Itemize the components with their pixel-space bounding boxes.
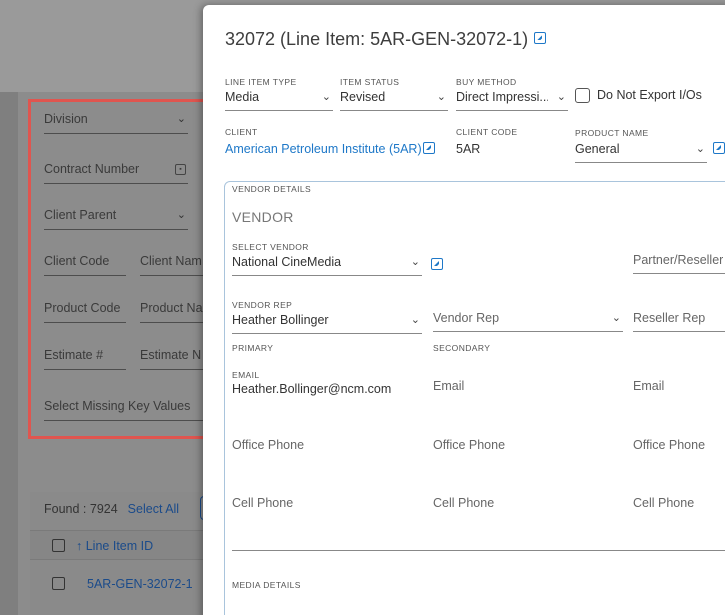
- chevron-down-icon: ⌄: [410, 256, 420, 268]
- line-item-id-link[interactable]: 5AR-GEN-32072-1: [87, 577, 193, 591]
- secondary-email-field[interactable]: Email: [433, 379, 464, 393]
- buy-method-label: BUY METHOD: [456, 77, 517, 87]
- buy-method-select[interactable]: Direct Impressi... ⌄: [456, 89, 568, 111]
- select-vendor-select[interactable]: National CineMedia ⌄: [232, 254, 422, 276]
- vendor-heading: VENDOR: [232, 209, 294, 225]
- client-label: CLIENT: [225, 127, 258, 137]
- external-link-icon[interactable]: [423, 142, 435, 154]
- chevron-down-icon: ⌄: [410, 314, 420, 326]
- reseller-rep-select[interactable]: Reseller Rep: [633, 310, 725, 332]
- item-status-select[interactable]: Revised ⌄: [340, 89, 448, 111]
- results-panel: Found : 7924 Select All ↑ Line Item ID 5A…: [30, 492, 212, 615]
- buy-method-value: Direct Impressi...: [456, 90, 548, 104]
- partner-reseller-placeholder: Partner/Reseller: [633, 253, 724, 267]
- partner-reseller-select[interactable]: Partner/Reseller: [633, 252, 725, 274]
- client-code-value: 5AR: [456, 142, 481, 156]
- sort-ascending-icon: ↑: [76, 539, 83, 553]
- secondary-label: SECONDARY: [433, 343, 491, 353]
- chevron-down-icon: ⌄: [321, 91, 331, 103]
- product-name-label: PRODUCT NAME: [575, 128, 649, 138]
- vendor-details-section: VENDOR DETAILS VENDOR SELECT VENDOR Nati…: [224, 181, 725, 615]
- line-item-type-label: LINE ITEM TYPE: [225, 77, 297, 87]
- product-name-select[interactable]: General ⌄: [575, 141, 707, 163]
- line-item-type-value: Media: [225, 90, 260, 104]
- external-link-icon[interactable]: [534, 32, 547, 45]
- vendor-rep-label: VENDOR REP: [232, 300, 293, 310]
- primary-office-phone-field[interactable]: Office Phone: [232, 438, 304, 452]
- select-vendor-label: SELECT VENDOR: [232, 242, 309, 252]
- external-link-icon[interactable]: [431, 258, 443, 270]
- secondary-office-phone-field[interactable]: Office Phone: [433, 438, 505, 452]
- media-details-label: MEDIA DETAILS: [232, 580, 301, 590]
- vendor-details-label: VENDOR DETAILS: [232, 184, 312, 194]
- found-count: Found : 7924: [44, 502, 118, 516]
- primary-cell-phone-field[interactable]: Cell Phone: [232, 496, 293, 510]
- row-checkbox[interactable]: [52, 577, 65, 590]
- reseller-cell-phone-field[interactable]: Cell Phone: [633, 496, 694, 510]
- client-code-label: CLIENT CODE: [456, 127, 518, 137]
- chevron-down-icon: ⌄: [611, 312, 621, 324]
- primary-vendor-rep-select[interactable]: Heather Bollinger ⌄: [232, 312, 422, 334]
- reseller-office-phone-field[interactable]: Office Phone: [633, 438, 705, 452]
- primary-vendor-rep-value: Heather Bollinger: [232, 313, 329, 327]
- email-label: EMAIL: [232, 370, 260, 380]
- results-summary: Found : 7924 Select All: [44, 502, 179, 516]
- line-item-id-header-label: Line Item ID: [85, 539, 154, 553]
- do-not-export-label: Do Not Export I/Os: [597, 88, 702, 102]
- select-all-link[interactable]: Select All: [128, 502, 179, 516]
- client-link[interactable]: American Petroleum Institute (5AR): [225, 142, 422, 156]
- line-item-modal: 32072 (Line Item: 5AR-GEN-32072-1) LINE …: [203, 5, 725, 615]
- line-item-type-select[interactable]: Media ⌄: [225, 89, 333, 111]
- results-table-header: ↑ Line Item ID: [30, 530, 210, 560]
- line-item-id-column-header[interactable]: ↑ Line Item ID: [76, 539, 153, 553]
- reseller-rep-placeholder: Reseller Rep: [633, 311, 706, 325]
- modal-title-text: 32072 (Line Item: 5AR-GEN-32072-1): [225, 29, 529, 49]
- secondary-cell-phone-field[interactable]: Cell Phone: [433, 496, 494, 510]
- chevron-down-icon: ⌄: [436, 91, 446, 103]
- select-all-checkbox[interactable]: [52, 539, 65, 552]
- filter-highlight-box: [28, 99, 216, 439]
- section-divider: [232, 550, 725, 551]
- external-link-icon[interactable]: [713, 142, 725, 154]
- primary-email-value[interactable]: Heather.Bollinger@ncm.com: [232, 382, 391, 396]
- reseller-email-field[interactable]: Email: [633, 379, 664, 393]
- modal-title: 32072 (Line Item: 5AR-GEN-32072-1): [225, 29, 547, 50]
- chevron-down-icon: ⌄: [556, 91, 566, 103]
- do-not-export-checkbox[interactable]: [575, 88, 590, 103]
- item-status-label: ITEM STATUS: [340, 77, 400, 87]
- secondary-vendor-rep-select[interactable]: Vendor Rep ⌄: [433, 310, 623, 332]
- select-vendor-value: National CineMedia: [232, 255, 342, 269]
- secondary-vendor-rep-placeholder: Vendor Rep: [433, 311, 500, 325]
- chevron-down-icon: ⌄: [695, 143, 705, 155]
- item-status-value: Revised: [340, 90, 386, 104]
- primary-label: PRIMARY: [232, 343, 274, 353]
- background-left-strip: [0, 92, 18, 615]
- product-name-value: General: [575, 142, 620, 156]
